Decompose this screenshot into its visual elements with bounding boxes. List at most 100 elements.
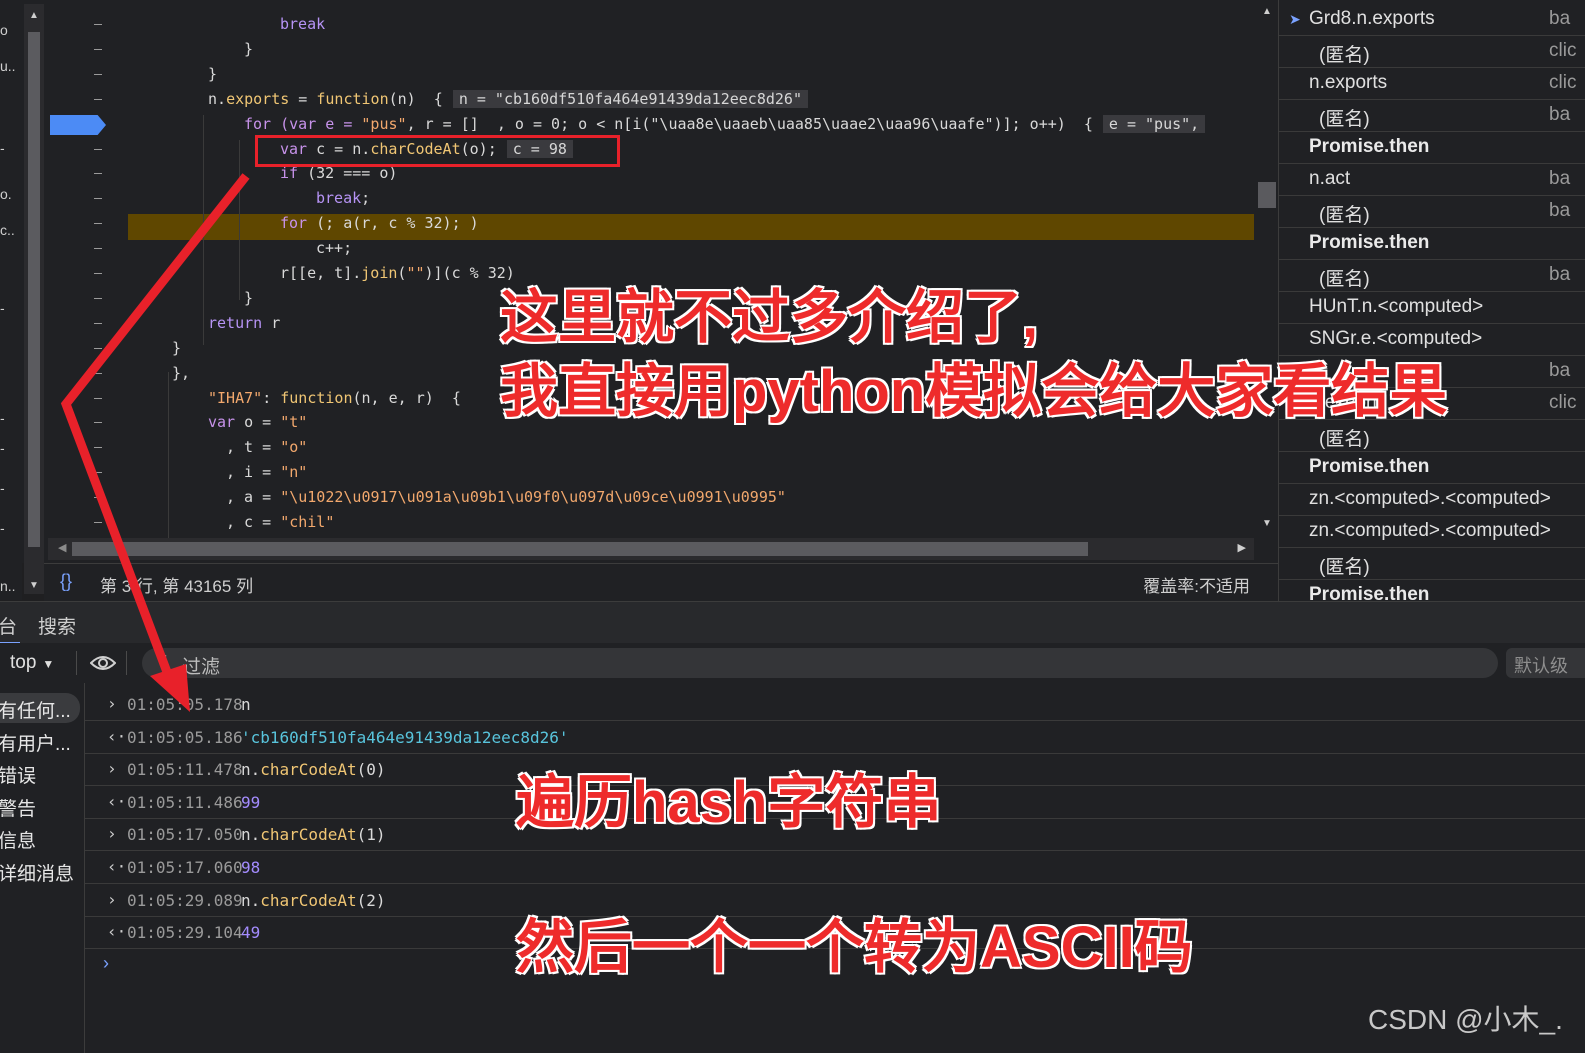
call-frame-source[interactable]: ba [1549, 168, 1570, 190]
call-frame[interactable]: (匿名) clic [1279, 35, 1585, 68]
console-sidebar-item[interactable]: 信息 [0, 823, 80, 853]
line-gutter[interactable] [48, 0, 126, 538]
call-frame-source[interactable]: clic [1549, 392, 1576, 414]
call-frame-source[interactable]: ba [1549, 264, 1570, 286]
gutter-line-marker[interactable] [94, 198, 102, 200]
console-sidebar-item[interactable]: 有任何... [0, 693, 80, 723]
navigator-item[interactable]: - [0, 140, 5, 156]
scroll-down-icon[interactable]: ▼ [29, 580, 39, 591]
call-frame-source[interactable]: ba [1549, 200, 1570, 222]
navigator-item[interactable]: c.. [0, 222, 15, 238]
navigator-item[interactable]: - [0, 300, 5, 316]
navigator-item[interactable]: - [0, 410, 5, 426]
gutter-line-marker[interactable] [94, 273, 102, 274]
call-frame-source[interactable]: ba [1549, 104, 1570, 126]
call-frame[interactable]: Promise.then [1279, 131, 1585, 164]
code-line[interactable]: , a = "\u1022\u0917\u091a\u09b1\u09f0\u0… [226, 485, 786, 509]
console-result-row[interactable]: ‹· 01:05:05.186'cb160df510fa464e91439da12… [85, 721, 1585, 754]
code-line[interactable]: for (; a(r, c % 32); ) [280, 211, 479, 235]
gutter-line-marker[interactable] [94, 472, 102, 474]
call-frame[interactable]: (匿名) ba [1279, 99, 1585, 132]
gutter-line-marker[interactable] [94, 522, 102, 523]
gutter-line-marker[interactable] [94, 422, 102, 424]
eye-icon[interactable] [90, 654, 116, 672]
gutter-line-marker[interactable] [94, 497, 102, 499]
call-frame[interactable]: n.exports clic [1279, 67, 1585, 100]
code-horizontal-scrollbar[interactable]: ◀ ▶ [48, 538, 1254, 560]
code-line[interactable]: } [244, 37, 253, 61]
gutter-line-marker[interactable] [94, 347, 102, 349]
console-result-row[interactable]: ‹· 01:05:17.060 98 [85, 851, 1585, 884]
console-sidebar-item[interactable]: 警告 [0, 791, 80, 821]
gutter-line-marker[interactable] [94, 248, 102, 250]
gutter-line-marker[interactable] [94, 397, 102, 399]
code-line[interactable]: } [244, 286, 253, 310]
code-line[interactable]: , i = "n" [226, 460, 307, 484]
gutter-line-marker[interactable] [94, 148, 102, 150]
scroll-up-icon[interactable]: ▲ [1262, 6, 1272, 17]
code-vertical-scrollbar[interactable]: ▲ ▼ [1256, 0, 1278, 538]
code-line[interactable]: r[[e, t].join("")](c % 32) [280, 261, 515, 285]
navigator-item[interactable]: - [0, 440, 5, 456]
gutter-line-marker[interactable] [94, 297, 102, 299]
pretty-print-icon[interactable]: {} [60, 571, 72, 592]
scrollbar-thumb[interactable] [1258, 182, 1276, 208]
navigator-item[interactable]: u.. [0, 58, 16, 74]
navigator-scrollbar[interactable]: ▲ ▼ [24, 4, 44, 594]
code-line[interactable]: }, [172, 361, 190, 385]
breakpoint-marker[interactable] [50, 115, 106, 135]
console-input-row[interactable]: › 01:05:05.178 n [85, 688, 1585, 721]
code-line[interactable]: "IHA7": function(n, e, r) { [208, 386, 461, 410]
navigator-item[interactable]: n.. [0, 578, 16, 594]
context-selector[interactable]: top ▼ [10, 652, 54, 674]
gutter-line-marker[interactable] [94, 223, 102, 225]
code-line[interactable]: , c = "chil" [226, 510, 334, 534]
call-frame-source[interactable]: ba [1549, 360, 1570, 382]
gutter-line-marker[interactable] [94, 98, 102, 100]
call-frame[interactable]: (匿名) ba [1279, 195, 1585, 228]
code-line[interactable]: } [208, 62, 217, 86]
call-frame[interactable]: HUnT.n.<computed> [1279, 291, 1585, 324]
gutter-line-marker[interactable] [94, 173, 102, 175]
scroll-left-icon[interactable]: ◀ [58, 541, 66, 554]
console-sidebar-item[interactable]: 错误 [0, 758, 80, 788]
navigator-item[interactable]: - [0, 480, 5, 496]
tab-console[interactable]: 台 [0, 602, 20, 644]
code-line[interactable]: n.exports = function(n) {n = "cb160df510… [208, 87, 808, 111]
code-line[interactable]: break; [316, 186, 370, 210]
console-prompt-icon[interactable]: › [103, 953, 109, 974]
call-frame[interactable]: n.act ba [1279, 163, 1585, 196]
code-line[interactable]: break [280, 12, 325, 36]
console-sidebar-item[interactable]: 有用户... [0, 726, 80, 756]
scroll-up-icon[interactable]: ▲ [29, 10, 39, 21]
call-frame[interactable]: zn.<computed>.<computed> [1279, 483, 1585, 516]
navigator-item[interactable]: o [0, 22, 8, 38]
call-frame[interactable]: Promise.then [1279, 451, 1585, 484]
gutter-line-marker[interactable] [94, 48, 102, 50]
gutter-line-marker[interactable] [94, 73, 102, 75]
gutter-line-marker[interactable] [94, 372, 102, 374]
filter-input[interactable]: ⊽ 过滤 [142, 648, 1498, 678]
console-sidebar-item[interactable]: 详细消息 [0, 856, 80, 886]
gutter-line-marker[interactable] [94, 24, 102, 25]
call-frame[interactable]: (匿名) ba [1279, 259, 1585, 292]
gutter-line-marker[interactable] [94, 447, 102, 449]
call-frame[interactable]: Promise.then [1279, 579, 1585, 601]
scrollbar-thumb[interactable] [72, 542, 1088, 556]
navigator-item[interactable]: o. [0, 186, 12, 202]
code-line[interactable]: c++; [316, 236, 352, 260]
code-line[interactable]: var o = "t" [208, 410, 307, 434]
code-line[interactable]: , t = "o" [226, 435, 307, 459]
code-line[interactable]: } [172, 336, 181, 360]
call-frame[interactable]: Promise.then [1279, 227, 1585, 260]
code-line[interactable]: for (var e = "pus", r = [] , o = 0; o < … [244, 112, 1206, 136]
gutter-line-marker[interactable] [94, 322, 102, 324]
scrollbar-thumb[interactable] [28, 32, 40, 547]
scroll-right-icon[interactable]: ▶ [1238, 541, 1246, 554]
call-frame[interactable]: ➤ Grd8.n.exports ba [1279, 3, 1585, 36]
call-frame-source[interactable]: ba [1549, 8, 1570, 30]
navigator-item[interactable]: - [0, 520, 5, 536]
log-levels-dropdown[interactable]: 默认级 [1506, 648, 1585, 678]
scroll-down-icon[interactable]: ▼ [1262, 518, 1272, 529]
call-frame[interactable]: (匿名) [1279, 547, 1585, 580]
